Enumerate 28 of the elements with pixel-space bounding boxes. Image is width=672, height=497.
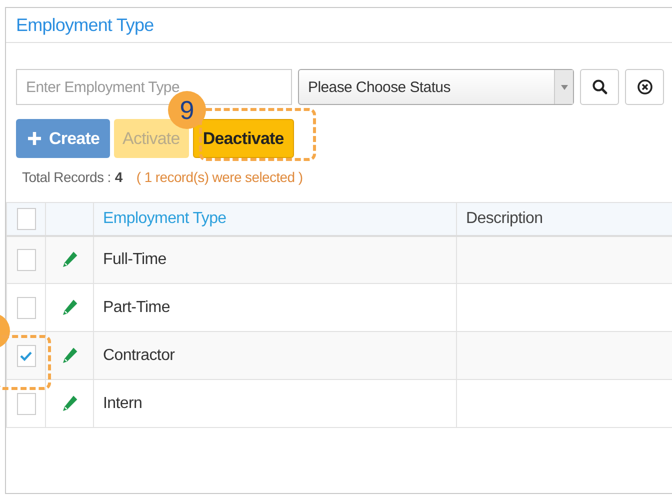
caret-icon [560, 84, 568, 90]
total-records-count: 4 [114, 169, 122, 185]
total-records-label: Total Records : [22, 169, 111, 185]
row-checkbox[interactable] [16, 392, 36, 414]
table-cell: Full-Time [103, 250, 166, 268]
column-header[interactable]: Description [466, 210, 543, 227]
clear-icon [636, 79, 652, 95]
row-checkbox[interactable] [16, 344, 36, 366]
selection-status: ( 1 record(s) were selected ) [136, 169, 303, 185]
deactivate-button[interactable]: Deactivate [192, 119, 294, 158]
select-all-checkbox[interactable] [16, 208, 36, 230]
search-icon [592, 79, 608, 95]
check-icon [20, 350, 32, 360]
status-select[interactable]: Please Choose Status [298, 69, 574, 105]
highlight-frame [0, 335, 51, 390]
pencil-icon[interactable] [62, 394, 78, 412]
pencil-icon[interactable] [62, 298, 78, 316]
search-button[interactable] [580, 69, 619, 105]
row-checkbox[interactable] [16, 296, 36, 318]
table-cell: Part-Time [103, 298, 170, 316]
pencil-icon[interactable] [62, 251, 78, 268]
plus-icon [28, 132, 41, 145]
pencil-icon[interactable] [62, 346, 78, 364]
row-checkbox[interactable] [16, 248, 36, 271]
panel-title: Employment Type [16, 14, 154, 36]
table-cell: Intern [103, 394, 142, 412]
table-cell: Contractor [103, 346, 175, 364]
clear-button[interactable] [625, 69, 664, 105]
